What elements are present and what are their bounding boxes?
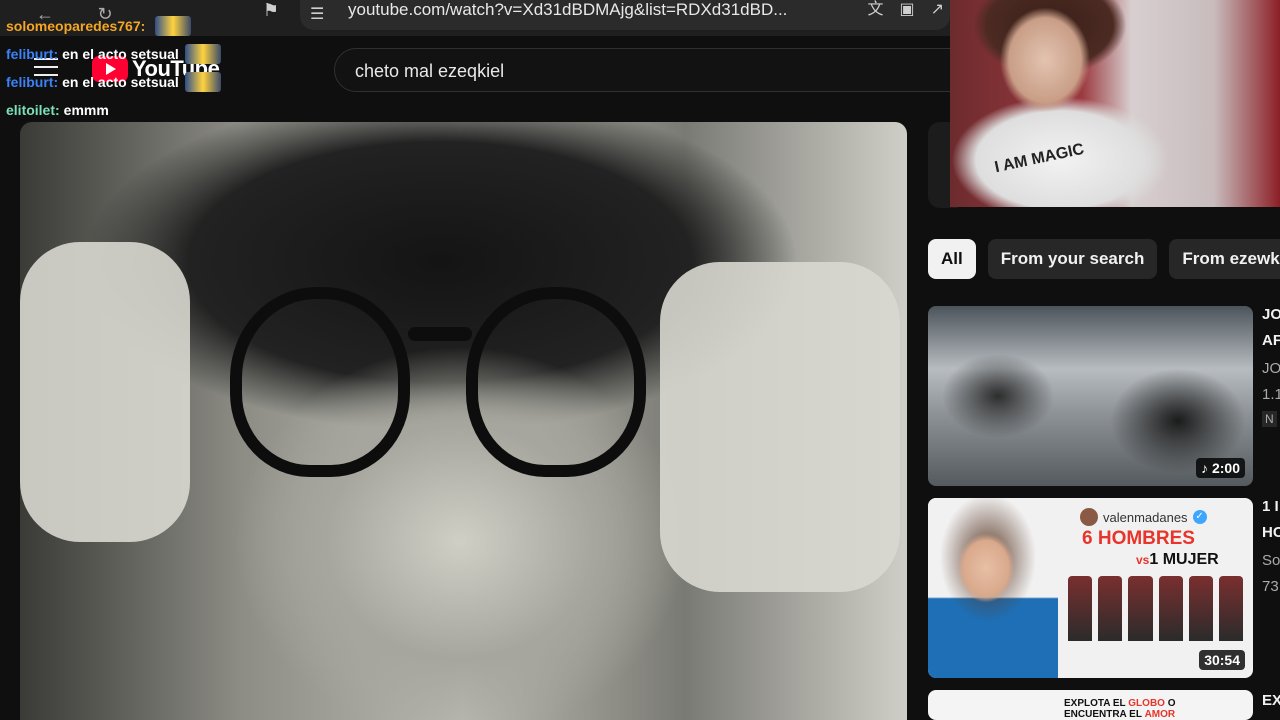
cast-icon[interactable]: ▣ — [899, 0, 914, 20]
chat-username: feliburt: — [6, 46, 59, 62]
view-count: 1.1 — [1262, 386, 1280, 403]
address-bar[interactable]: ☰ youtube.com/watch?v=Xd31dBDMAjg&list=R… — [300, 0, 950, 30]
search-input[interactable]: cheto mal ezeqkiel — [334, 48, 974, 92]
bookmark-icon[interactable]: ⚑ — [258, 0, 284, 24]
chat-text: emmm — [63, 102, 109, 118]
thumbnail-headline: EXPLOTA EL GLOBO O ENCUENTRA EL AMOR — [1064, 698, 1176, 720]
filter-chips: All From your search From ezewk — [928, 239, 1280, 279]
video-thumbnail[interactable]: valenmadanes ✓ 6 HOMBRES vs1 MUJER 30:54 — [928, 498, 1253, 678]
video-title[interactable]: 1 I — [1262, 498, 1280, 515]
video-title[interactable]: AF — [1262, 332, 1280, 349]
video-hand-left — [20, 242, 190, 542]
car-emote — [184, 72, 221, 92]
thumbnail-men — [1068, 576, 1244, 641]
video-title[interactable]: EX — [1262, 692, 1280, 709]
chip-all[interactable]: All — [928, 239, 976, 279]
chat-text: en el acto setsual — [62, 46, 179, 62]
verified-icon: ✓ — [1192, 510, 1207, 524]
url-text[interactable]: youtube.com/watch?v=Xd31dBDMAjg&list=RDX… — [348, 0, 787, 20]
shirt-text: I AM MAGIC — [993, 140, 1086, 177]
chat-message: solomeoparedes767: — [6, 12, 221, 40]
chat-message: elitoilet: emmm — [6, 96, 221, 124]
chip-from-channel[interactable]: From ezewk — [1169, 239, 1280, 279]
video-hand-right — [660, 262, 900, 592]
video-title[interactable]: JO — [1262, 306, 1280, 323]
duration-badge: 30:54 — [1199, 650, 1245, 670]
chat-message: feliburt: en el acto setsual — [6, 40, 221, 68]
chat-message: feliburt: en el acto setsual — [6, 68, 221, 96]
chat-overlay: solomeoparedes767: feliburt: en el acto … — [6, 12, 221, 124]
chat-username: elitoilet: — [6, 102, 60, 118]
video-player[interactable] — [20, 122, 907, 720]
video-thumbnail[interactable]: EXPLOTA EL GLOBO O ENCUENTRA EL AMOR — [928, 690, 1253, 720]
chat-username: solomeoparedes767: — [6, 18, 146, 34]
car-emote — [184, 44, 221, 64]
video-title[interactable]: HC — [1262, 524, 1280, 541]
chat-text: en el acto setsual — [62, 74, 179, 90]
channel-handle: valenmadanes ✓ — [1080, 508, 1207, 526]
flag-emote — [155, 16, 192, 36]
view-count: 73 — [1262, 578, 1279, 595]
channel-name[interactable]: JO — [1262, 360, 1280, 377]
share-icon[interactable]: ↗ — [931, 0, 944, 20]
avatar — [1080, 508, 1098, 526]
translate-icon[interactable]: 文 — [867, 0, 883, 20]
tune-icon[interactable]: ☰ — [310, 4, 324, 24]
chat-username: feliburt: — [6, 74, 59, 90]
channel-name[interactable]: So — [1262, 552, 1280, 569]
video-glasses — [230, 287, 650, 487]
thumbnail-subheadline: vs1 MUJER — [1136, 551, 1219, 568]
webcam-overlay: I AM MAGIC — [950, 0, 1280, 207]
search-query[interactable]: cheto mal ezeqkiel — [355, 49, 504, 93]
thumbnail-headline: 6 HOMBRES — [1082, 528, 1195, 549]
music-note-icon: ♪ — [1200, 460, 1208, 476]
chip-from-your-search[interactable]: From your search — [987, 239, 1158, 279]
new-badge: N — [1262, 410, 1280, 427]
video-thumbnail[interactable]: ♪ 2:00 — [928, 306, 1253, 486]
duration-text: 2:00 — [1211, 460, 1240, 476]
duration-badge: ♪ 2:00 — [1195, 458, 1245, 478]
thumbnail-person — [928, 498, 1058, 678]
